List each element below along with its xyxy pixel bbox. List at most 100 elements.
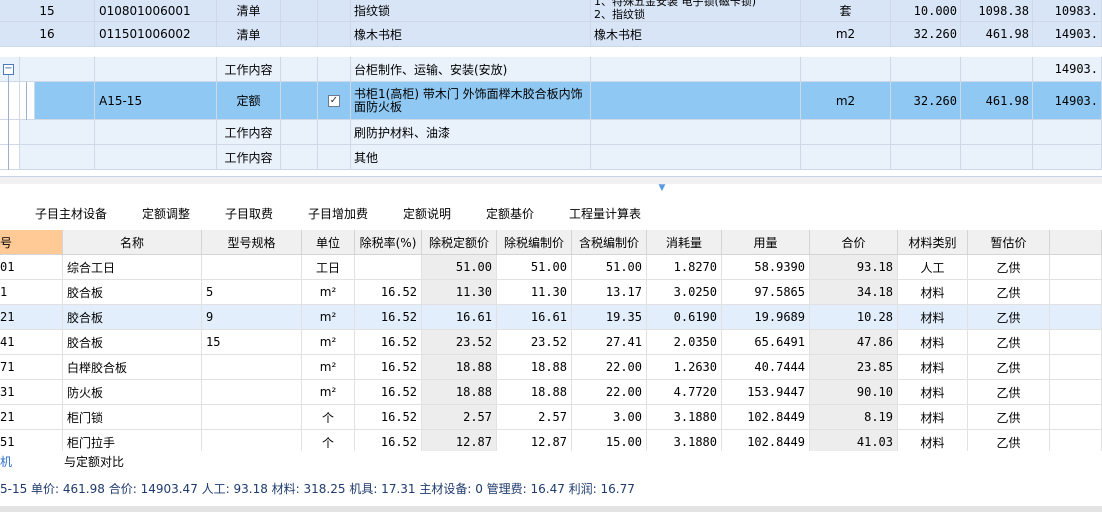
sum-cell[interactable]: 8.19 <box>810 405 898 430</box>
base-cell[interactable]: 11.30 <box>422 280 497 305</box>
base-cell[interactable]: 18.88 <box>422 380 497 405</box>
edit-cell[interactable]: 18.88 <box>497 380 572 405</box>
tax-cell[interactable]: 22.00 <box>572 380 647 405</box>
consume-cell[interactable]: 3.0250 <box>647 280 722 305</box>
usage-cell[interactable]: 19.9689 <box>722 305 810 330</box>
column-header-sum[interactable]: 合价 <box>810 230 898 255</box>
blank-cell[interactable] <box>1050 255 1102 280</box>
table-row[interactable]: 21 胶合板 9 m² 16.52 16.61 16.61 19.35 0.6190 19.968… <box>0 305 1102 330</box>
category-cell[interactable]: 材料 <box>898 305 968 330</box>
name-cell[interactable]: 胶合板 <box>63 280 202 305</box>
check-cell[interactable] <box>281 57 318 82</box>
column-header-tax-rate[interactable]: 除税率(%) <box>355 230 422 255</box>
tab-main-material[interactable]: 子目主材设备 <box>35 199 107 229</box>
tab-quantity-calc[interactable]: 工程量计算表 <box>569 199 641 229</box>
id-cell[interactable]: 21 <box>0 305 63 330</box>
id-cell[interactable]: 21 <box>0 405 63 430</box>
category-cell[interactable]: 人工 <box>898 255 968 280</box>
base-cell[interactable]: 18.88 <box>422 355 497 380</box>
table-row[interactable]: 工作内容 台柜制作、运输、安装(安放) 14903. <box>0 57 1102 82</box>
spec-cell[interactable]: 15 <box>202 330 302 355</box>
blank-cell[interactable] <box>1050 330 1102 355</box>
usage-cell[interactable]: 65.6491 <box>722 330 810 355</box>
table-row[interactable]: 21 柜门锁个 16.52 2.57 2.57 3.00 3.1880 102.8449 8.1… <box>0 405 1102 430</box>
column-header-tax-price[interactable]: 含税编制价 <box>572 230 647 255</box>
category-cell[interactable]: 材料 <box>898 280 968 305</box>
spec-cell[interactable] <box>202 380 302 405</box>
est-cell[interactable]: 乙供 <box>968 255 1050 280</box>
collapse-icon[interactable]: − <box>3 64 14 75</box>
unit-cell[interactable]: m² <box>302 380 355 405</box>
spec-cell[interactable]: 9 <box>202 305 302 330</box>
column-header-unit[interactable]: 单位 <box>302 230 355 255</box>
sum-cell[interactable]: 23.85 <box>810 355 898 380</box>
sum-cell[interactable]: 93.18 <box>810 255 898 280</box>
unit-cell[interactable]: 个 <box>302 405 355 430</box>
consume-cell[interactable]: 1.2630 <box>647 355 722 380</box>
est-cell[interactable]: 乙供 <box>968 405 1050 430</box>
usage-cell[interactable]: 97.5865 <box>722 280 810 305</box>
unit-cell[interactable]: m² <box>302 305 355 330</box>
table-row[interactable]: 01 综合工日 工日 51.00 51.00 51.00 1.8270 58.9390 93.1… <box>0 255 1102 280</box>
tax-cell[interactable]: 19.35 <box>572 305 647 330</box>
category-cell[interactable]: 材料 <box>898 380 968 405</box>
table-row[interactable]: 71 白榉胶合板 m² 16.52 18.88 18.88 22.00 1.2630 40.74… <box>0 355 1102 380</box>
table-row[interactable]: 31 防火板 m² 16.52 18.88 18.88 22.00 4.7720 153.944… <box>0 380 1102 405</box>
est-cell[interactable]: 乙供 <box>968 280 1050 305</box>
check-cell[interactable] <box>281 22 318 47</box>
unit-cell[interactable]: m² <box>302 355 355 380</box>
name-cell[interactable]: 白榉胶合板 <box>63 355 202 380</box>
sum-cell[interactable]: 90.10 <box>810 380 898 405</box>
column-header-estimate[interactable]: 暂估价 <box>968 230 1050 255</box>
id-cell[interactable]: 41 <box>0 330 63 355</box>
column-header-base-price[interactable]: 除税定额价 <box>422 230 497 255</box>
name-cell[interactable]: 综合工日 <box>63 255 202 280</box>
tax-cell[interactable]: 3.00 <box>572 405 647 430</box>
edit-cell[interactable]: 16.61 <box>497 305 572 330</box>
id-cell[interactable]: 31 <box>0 380 63 405</box>
tab-machine[interactable]: 机 <box>0 451 12 473</box>
consume-cell[interactable]: 2.0350 <box>647 330 722 355</box>
est-cell[interactable]: 乙供 <box>968 330 1050 355</box>
table-row-selected[interactable]: A15-15 定额 ✓ 书柜1(高柜) 带木门 外饰面榉木胶合板内饰面防火板 m… <box>0 82 1102 120</box>
column-header-usage[interactable]: 用量 <box>722 230 810 255</box>
unit-cell[interactable]: m² <box>302 280 355 305</box>
edit-cell[interactable]: 23.52 <box>497 330 572 355</box>
table-row[interactable]: 41 胶合板 15 m² 16.52 23.52 23.52 27.41 2.0350 65.64… <box>0 330 1102 355</box>
base-cell[interactable]: 16.61 <box>422 305 497 330</box>
bottom-scrollbar[interactable] <box>0 506 1102 512</box>
spec-cell[interactable] <box>202 355 302 380</box>
check-cell[interactable] <box>281 120 318 145</box>
rate-cell[interactable]: 16.52 <box>355 355 422 380</box>
column-header-name[interactable]: 名称 <box>63 230 202 255</box>
name-cell[interactable]: 胶合板 <box>63 305 202 330</box>
edit-cell[interactable]: 51.00 <box>497 255 572 280</box>
table-row[interactable]: 1 胶合板 5 m² 16.52 11.30 11.30 13.17 3.0250 97.5865… <box>0 280 1102 305</box>
table-row[interactable]: 工作内容 刷防护材料、油漆 <box>0 120 1102 145</box>
panel-splitter[interactable] <box>0 176 1102 184</box>
edit-cell[interactable]: 2.57 <box>497 405 572 430</box>
column-header-spec[interactable]: 型号规格 <box>202 230 302 255</box>
consume-cell[interactable]: 4.7720 <box>647 380 722 405</box>
usage-cell[interactable]: 102.8449 <box>722 405 810 430</box>
tab-quota-note[interactable]: 定额说明 <box>403 199 451 229</box>
base-cell[interactable]: 51.00 <box>422 255 497 280</box>
category-cell[interactable]: 材料 <box>898 405 968 430</box>
base-cell[interactable]: 2.57 <box>422 405 497 430</box>
base-cell[interactable]: 23.52 <box>422 330 497 355</box>
chevron-down-icon[interactable]: ▼ <box>656 184 668 196</box>
est-cell[interactable]: 乙供 <box>968 380 1050 405</box>
spec-cell[interactable]: 5 <box>202 280 302 305</box>
est-cell[interactable]: 乙供 <box>968 355 1050 380</box>
blank-cell[interactable] <box>1050 380 1102 405</box>
blank-cell[interactable] <box>1050 355 1102 380</box>
id-cell[interactable]: 1 <box>0 280 63 305</box>
main-checkbox-cell[interactable]: ✓ <box>318 82 351 120</box>
consume-cell[interactable]: 0.6190 <box>647 305 722 330</box>
id-cell[interactable]: 71 <box>0 355 63 380</box>
column-header-consumption[interactable]: 消耗量 <box>647 230 722 255</box>
spec-cell[interactable] <box>202 255 302 280</box>
tab-quota-base-price[interactable]: 定额基价 <box>486 199 534 229</box>
rate-cell[interactable]: 16.52 <box>355 380 422 405</box>
usage-cell[interactable]: 58.9390 <box>722 255 810 280</box>
